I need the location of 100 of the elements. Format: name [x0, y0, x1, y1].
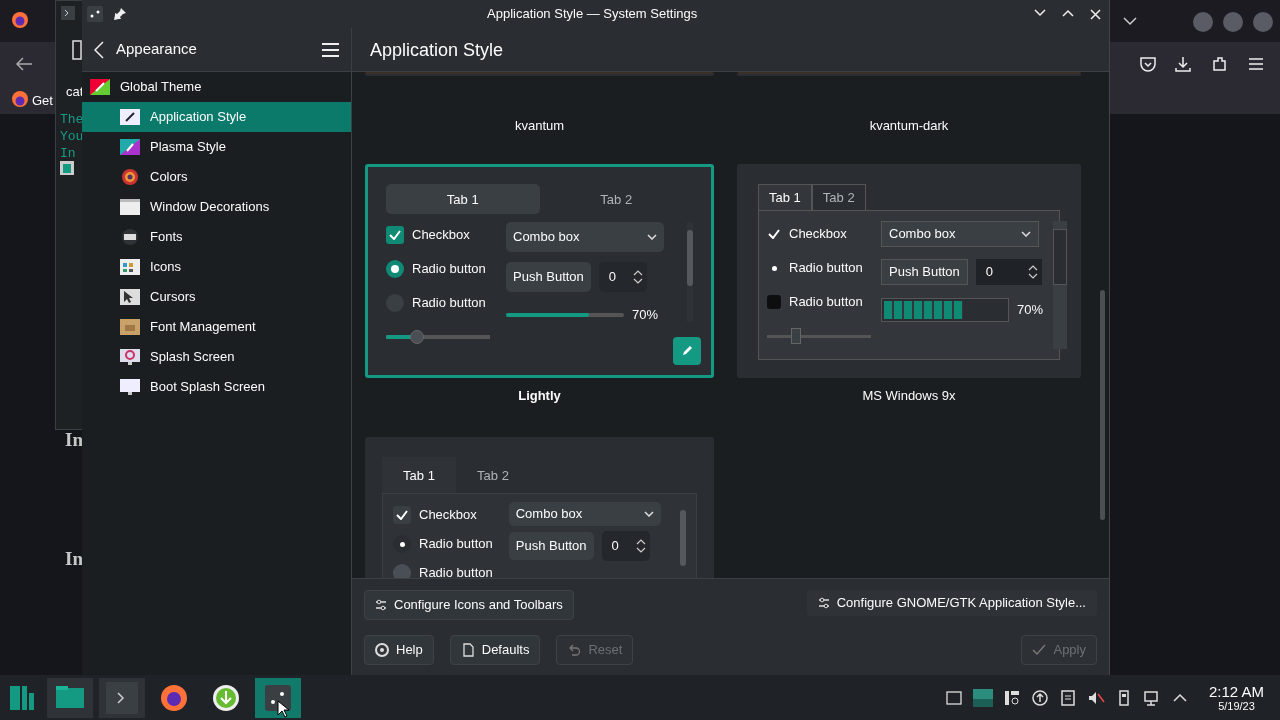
spin-box[interactable]: 0: [975, 259, 1042, 285]
configure-button[interactable]: Configure Icons and Toolbars: [364, 590, 574, 620]
spin-arrows-icon: [1027, 264, 1038, 280]
slider-handle[interactable]: [791, 328, 802, 344]
progress-label: 70%: [632, 306, 659, 325]
window-title: Application Style — System Settings: [487, 5, 698, 24]
upload-icon[interactable]: [1030, 688, 1049, 707]
menu-icon[interactable]: [1248, 57, 1264, 71]
radio-button[interactable]: [393, 564, 411, 578]
clock-time: 2:12 AM: [1208, 683, 1264, 699]
check-icon: [768, 229, 780, 239]
tab[interactable]: Tab 1: [758, 184, 812, 210]
grid-icon[interactable]: [1002, 688, 1021, 707]
style-name: MS Windows 9x: [861, 387, 957, 405]
clock-date: 5/19/23: [1217, 700, 1256, 712]
settings-icon[interactable]: [87, 6, 103, 22]
maximize-icon[interactable]: [1062, 8, 1074, 17]
slider-handle[interactable]: [410, 330, 425, 344]
app-icon: [60, 161, 74, 175]
document-icon: [460, 643, 475, 657]
shield-icon[interactable]: [1139, 55, 1157, 73]
grid-icon: [120, 259, 140, 275]
tab[interactable]: Tab 2: [811, 184, 866, 210]
chevron-down-icon: [1021, 231, 1031, 237]
page-title: Application Style: [369, 39, 504, 62]
page-heading: In: [65, 428, 83, 452]
chevron-down-icon: [643, 511, 654, 517]
radio-button[interactable]: [386, 260, 404, 278]
brush-icon: [120, 139, 140, 155]
menu-icon[interactable]: [322, 42, 339, 57]
footer-button[interactable]: Defaults: [449, 635, 541, 665]
style-name: Lightly: [517, 387, 562, 405]
combo-box[interactable]: Combo box: [506, 222, 664, 252]
taskbar-button[interactable]: [47, 677, 93, 718]
back-icon[interactable]: [94, 40, 104, 59]
edit-button[interactable]: [673, 337, 701, 365]
scrollbar[interactable]: [1053, 221, 1068, 349]
tab[interactable]: Tab 1: [386, 184, 540, 214]
radio-button[interactable]: [393, 535, 411, 553]
sidebar-item[interactable]: Colors: [82, 162, 351, 192]
checkbox[interactable]: [767, 227, 781, 241]
push-button[interactable]: Push Button: [881, 259, 968, 285]
download-icon[interactable]: [1174, 55, 1192, 73]
radio-label: Radio button: [419, 564, 493, 578]
sidebar-item[interactable]: Application Style: [82, 102, 351, 132]
tab[interactable]: Tab 2: [539, 184, 693, 214]
sidebar-item[interactable]: Window Decorations: [82, 192, 351, 222]
spin-box[interactable]: 0: [601, 531, 650, 561]
sidebar-item[interactable]: Boot Splash Screen: [82, 372, 351, 402]
sidebar-item[interactable]: Global Theme: [82, 72, 351, 102]
checkbox[interactable]: [393, 506, 411, 524]
scrollbar[interactable]: [687, 222, 693, 322]
brush-icon: [120, 109, 140, 125]
browser-icon: [12, 91, 28, 107]
sidebar-item[interactable]: Fonts: [82, 222, 351, 252]
window-icon[interactable]: [944, 688, 963, 707]
sidebar-item[interactable]: Splash Screen: [82, 342, 351, 372]
radio-label: Radio button: [412, 294, 486, 313]
font-icon: [120, 319, 140, 335]
progress-label: 70%: [1017, 301, 1044, 320]
scrollbar[interactable]: [1100, 290, 1105, 520]
sidebar-item[interactable]: Cursors: [82, 282, 351, 312]
tab[interactable]: Tab 2: [456, 457, 530, 493]
clipboard-icon[interactable]: [1058, 688, 1077, 707]
page-heading: In: [65, 547, 83, 571]
spin-box[interactable]: 0: [598, 262, 647, 292]
launcher-icon[interactable]: [9, 684, 35, 711]
terminal-line: In: [60, 145, 76, 163]
checkbox-label: Checkbox: [412, 226, 470, 245]
push-button[interactable]: Push Button: [506, 262, 591, 292]
footer-button[interactable]: Help: [364, 635, 434, 665]
configure-button[interactable]: Configure GNOME/GTK Application Style...: [806, 590, 1097, 616]
network-icon[interactable]: [1142, 688, 1161, 707]
puzzle-icon[interactable]: [1211, 55, 1229, 73]
combo-box[interactable]: Combo box: [508, 502, 661, 526]
bookmark-link[interactable]: Get: [32, 91, 53, 111]
tab-title: cat: [66, 83, 84, 101]
pin-icon[interactable]: [113, 7, 127, 21]
style-card[interactable]: Tab 1 Tab 2 Checkbox Radio button Radio button Combo box Push Button 0 70%: [737, 164, 1081, 378]
spin-arrows-icon: [632, 269, 643, 285]
mouse-pointer-icon: [277, 700, 289, 718]
chevron-down-icon: [1122, 16, 1138, 26]
terminal-icon: [106, 681, 138, 714]
checkbox[interactable]: [386, 226, 404, 244]
combo-box[interactable]: Combo box: [881, 221, 1039, 247]
undo-icon: [567, 643, 582, 657]
terminal-line: You: [60, 128, 84, 146]
push-button[interactable]: Push Button: [508, 532, 594, 560]
sidebar-item[interactable]: Icons: [82, 252, 351, 282]
style-card[interactable]: Tab 1 Tab 2 Checkbox Radio button Radio button Combo box Push Button 0 70%: [365, 164, 714, 378]
back-icon: [14, 56, 34, 72]
display-icon[interactable]: [972, 688, 993, 707]
style-card[interactable]: Tab 1 Tab 2 Checkbox Radio button Radio button Combo box Push Button 0: [365, 437, 714, 578]
tab[interactable]: Tab 1: [382, 457, 456, 493]
terminal-line: The: [60, 111, 84, 129]
radio-button[interactable]: [767, 295, 781, 309]
sidebar-item[interactable]: Plasma Style: [82, 132, 351, 162]
minimize-icon[interactable]: [1034, 8, 1046, 17]
sidebar-item[interactable]: Font Management: [82, 312, 351, 342]
close-icon[interactable]: [1090, 8, 1101, 20]
